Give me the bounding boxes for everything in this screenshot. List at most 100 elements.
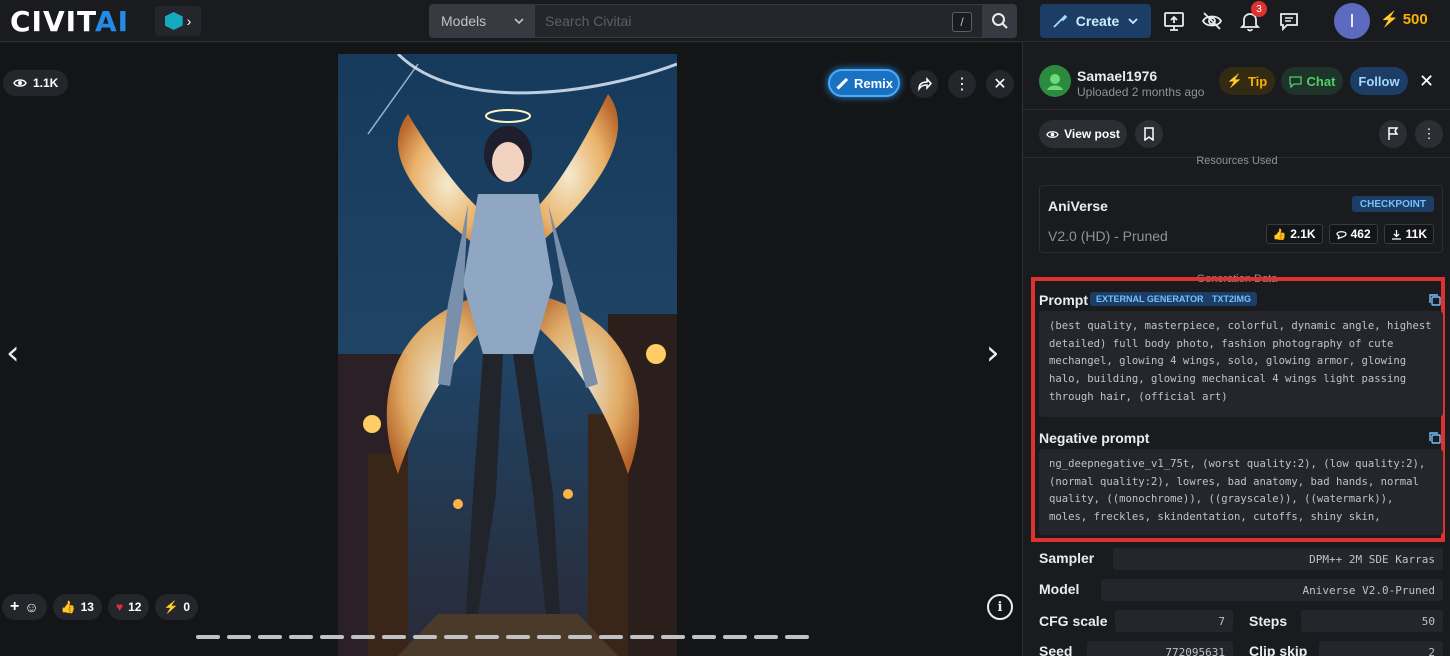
page-dot[interactable] [692,635,716,639]
hide-content-button[interactable] [1199,8,1225,34]
image-info-button[interactable]: i [987,594,1013,620]
tip-label: Tip [1247,73,1268,89]
chevron-down-icon [514,18,524,25]
page-dot[interactable] [196,635,220,639]
page-dot[interactable] [227,635,251,639]
create-button[interactable]: Create [1040,4,1151,38]
tip-button[interactable]: ⚡ Tip [1219,67,1275,95]
page-dot[interactable] [661,635,685,639]
resource-stats: 👍 2.1K 462 11K [1265,224,1434,244]
buzz-reaction[interactable]: ⚡ 0 [155,594,199,620]
heart-count: 12 [128,600,142,614]
share-icon [918,77,932,92]
search-shortcut-key: / [952,12,972,32]
add-reaction-button[interactable]: + ☺ [2,594,47,620]
page-dot[interactable] [599,635,623,639]
previous-image-button[interactable]: ‹ [6,333,20,373]
next-image-button[interactable]: › [986,333,1000,373]
page-dot[interactable] [382,635,406,639]
extension-menu-button[interactable]: › [155,6,201,36]
resource-likes: 👍 2.1K [1265,224,1323,244]
buzz-amount: 500 [1402,10,1428,28]
share-button[interactable] [910,70,938,98]
page-dot[interactable] [568,635,592,639]
bookmark-button[interactable] [1135,120,1163,148]
lightning-icon: ⚡ [1226,73,1243,88]
reactions-bar: + ☺ 👍 13 ♥ 12 ⚡ 0 [2,594,199,620]
avatar-icon [1047,74,1063,90]
view-count-badge: 1.1K [3,70,69,96]
cfg-scale-value: 7 [1115,610,1233,632]
steps-value: 50 [1301,610,1443,632]
search-input[interactable]: Search Civitai / [535,4,983,38]
lightning-icon: ⚡ [163,600,179,614]
upload-screen-button[interactable] [1161,8,1187,34]
heart-reaction[interactable]: ♥ 12 [107,594,150,620]
close-sidebar-button[interactable]: ✕ [1419,71,1434,92]
details-sidebar: Samael1976 Uploaded 2 months ago ⚡ Tip C… [1022,43,1450,656]
info-icon: i [997,599,1003,615]
page-dot[interactable] [537,635,561,639]
negative-prompt-text: ng_deepnegative_v1_75t, (worst quality:2… [1039,449,1443,535]
copy-prompt-button[interactable] [1428,293,1442,307]
copy-icon [1429,432,1441,444]
copy-negative-prompt-button[interactable] [1428,431,1442,445]
dots-vertical-icon: ⋮ [954,76,970,93]
like-count: 13 [80,600,94,614]
page-dot[interactable] [320,635,344,639]
sampler-value: DPM++ 2M SDE Karras [1113,548,1443,570]
page-dot[interactable] [723,635,747,639]
search-category-label: Models [441,13,487,29]
monitor-upload-icon [1164,12,1184,31]
notifications-button[interactable]: 3 [1237,1,1267,34]
view-post-button[interactable]: View post [1039,120,1127,148]
resource-comments-count: 462 [1350,227,1371,241]
close-icon: ✕ [1419,71,1435,91]
page-dot[interactable] [785,635,809,639]
create-label: Create [1075,13,1120,29]
thumbs-up-icon: 👍 [1272,228,1287,241]
close-icon: ✕ [993,76,1007,93]
page-dot[interactable] [289,635,313,639]
negative-prompt-label: Negative prompt [1039,430,1150,446]
search-category-select[interactable]: Models [429,4,535,38]
chat-button[interactable] [1276,8,1302,34]
angel-artwork [338,54,677,656]
post-more-button[interactable]: ⋮ [1415,120,1443,148]
page-dot[interactable] [444,635,468,639]
image-viewer: 1.1K Remix ⋮ ✕ ‹ › + ☺ 👍 13 ♥ 12 ⚡ 0 i [0,43,1022,656]
page-dot[interactable] [754,635,778,639]
top-navbar: CIVITAI › Models Search Civitai / Create… [0,0,1450,42]
uploader-username[interactable]: Samael1976 [1077,68,1157,84]
resource-card[interactable]: AniVerse V2.0 (HD) - Pruned CHECKPOINT 👍… [1039,185,1443,253]
user-avatar[interactable]: I [1334,3,1370,39]
tag-external-generator: EXTERNAL GENERATOR [1090,292,1210,306]
more-options-button[interactable]: ⋮ [948,70,976,98]
model-value: Aniverse V2.0-Pruned [1101,579,1443,601]
buzz-balance[interactable]: ⚡ 500 [1380,10,1428,29]
page-dot[interactable] [413,635,437,639]
page-dot[interactable] [475,635,499,639]
page-dot[interactable] [630,635,654,639]
follow-button[interactable]: Follow [1350,67,1408,95]
close-viewer-button[interactable]: ✕ [986,70,1014,98]
page-dot[interactable] [506,635,530,639]
eye-icon [13,79,27,87]
main-image[interactable] [338,54,677,656]
resource-likes-count: 2.1K [1290,227,1316,241]
like-reaction[interactable]: 👍 13 [52,594,102,620]
civitai-logo[interactable]: CIVITAI [10,5,129,38]
page-dot[interactable] [351,635,375,639]
report-button[interactable] [1379,120,1407,148]
page-dot[interactable] [258,635,282,639]
image-pagination [196,635,809,639]
resource-downloads: 11K [1383,224,1434,244]
seed-label: Seed [1039,643,1073,656]
chevron-right-icon: › [186,13,192,29]
plus-icon: + [10,598,20,615]
remix-button[interactable]: Remix [828,69,900,97]
search-button[interactable] [983,4,1017,38]
cfg-scale-label: CFG scale [1039,613,1108,629]
uploader-avatar[interactable] [1039,65,1071,97]
chat-user-button[interactable]: Chat [1281,67,1343,95]
